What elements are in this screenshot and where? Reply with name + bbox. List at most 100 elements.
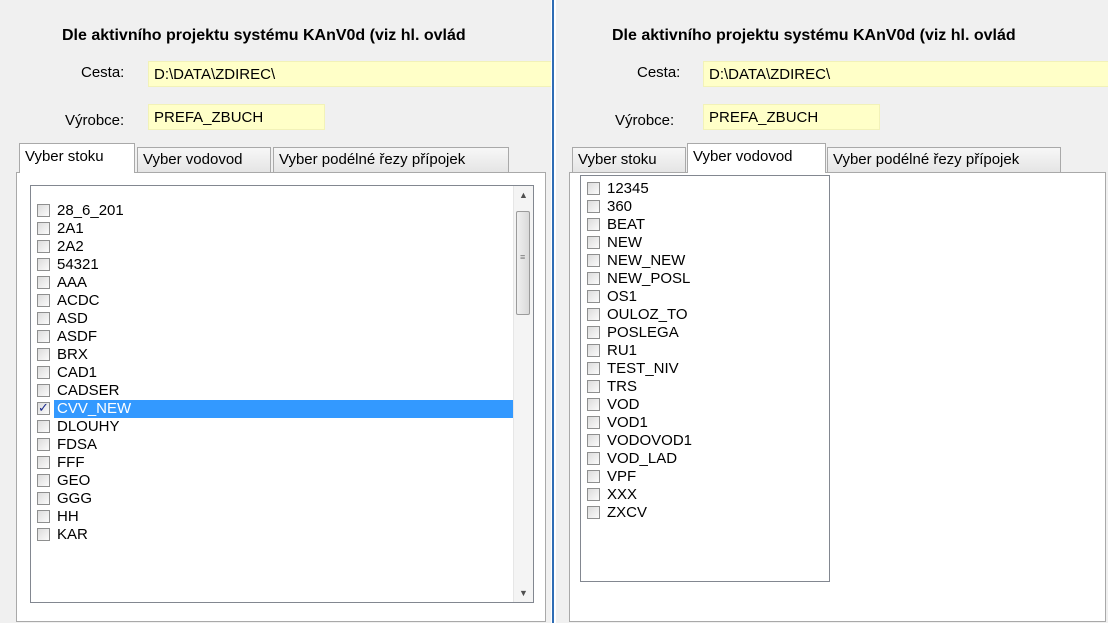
list-item[interactable]: OULOZ_TO: [581, 306, 829, 324]
checkbox[interactable]: [587, 506, 600, 519]
list-item-label: GEO: [57, 472, 91, 489]
scrollbar-thumb[interactable]: ≡: [516, 211, 530, 315]
checkbox[interactable]: [587, 308, 600, 321]
tab-vyber-stoku[interactable]: Vyber stoku: [19, 143, 135, 173]
list-item-label: AAA: [57, 274, 88, 291]
list-item[interactable]: 2A1: [31, 220, 533, 238]
water-listbox[interactable]: 12345 360 BEAT NEW NEW_NEW NEW_POSL OS1 OULOZ_T…: [580, 175, 830, 582]
list-item[interactable]: ZXCV: [581, 504, 829, 522]
list-item-label: FFF: [57, 454, 85, 471]
sewer-listbox[interactable]: 28_6_201 2A1 2A2 54321 AAA ACDC ASD ASDF BRX CAD1…: [30, 185, 534, 603]
list-item[interactable]: VOD_LAD: [581, 450, 829, 468]
list-item[interactable]: KAR: [31, 526, 533, 544]
checkbox[interactable]: [587, 416, 600, 429]
tab-vyber-podelne-rezy[interactable]: Vyber podélné řezy přípojek: [273, 147, 509, 173]
vertical-scrollbar[interactable]: ▲ ≡ ▼: [513, 186, 533, 602]
list-item[interactable]: RU1: [581, 342, 829, 360]
arrow-up-icon[interactable]: ▲: [514, 186, 533, 204]
list-item[interactable]: ASDF: [31, 328, 533, 346]
list-item[interactable]: CADSER: [31, 382, 533, 400]
list-item[interactable]: 360: [581, 198, 829, 216]
list-item[interactable]: 12345: [581, 180, 829, 198]
checkbox[interactable]: [587, 254, 600, 267]
checkbox[interactable]: [587, 398, 600, 411]
checkbox[interactable]: [37, 348, 50, 361]
list-item[interactable]: 54321: [31, 256, 533, 274]
path-field[interactable]: D:\DATA\ZDIREC\: [148, 61, 551, 87]
checkbox[interactable]: [587, 236, 600, 249]
checkbox[interactable]: [37, 330, 50, 343]
list-item[interactable]: NEW: [581, 234, 829, 252]
checkbox[interactable]: [37, 312, 50, 325]
tab-vyber-vodovod[interactable]: Vyber vodovod: [687, 143, 826, 173]
list-item-label: NEW: [607, 234, 642, 251]
checkbox[interactable]: [37, 438, 50, 451]
checkbox[interactable]: [37, 384, 50, 397]
checkbox[interactable]: [37, 222, 50, 235]
list-item[interactable]: BEAT: [581, 216, 829, 234]
list-item[interactable]: VPF: [581, 468, 829, 486]
checkbox[interactable]: [37, 258, 50, 271]
tab-page-vodovod: 12345 360 BEAT NEW NEW_NEW NEW_POSL OS1 OULOZ_T…: [569, 172, 1106, 622]
checkbox[interactable]: [587, 452, 600, 465]
list-item[interactable]: GGG: [31, 490, 533, 508]
checkbox[interactable]: [587, 488, 600, 501]
list-item[interactable]: AAA: [31, 274, 533, 292]
list-item[interactable]: ACDC: [31, 292, 533, 310]
list-item[interactable]: DLOUHY: [31, 418, 533, 436]
checkbox[interactable]: [587, 218, 600, 231]
checkbox[interactable]: [587, 182, 600, 195]
checkbox[interactable]: [587, 362, 600, 375]
checkbox[interactable]: [37, 474, 50, 487]
list-item[interactable]: 2A2: [31, 238, 533, 256]
checkbox[interactable]: [587, 326, 600, 339]
checkbox[interactable]: [37, 276, 50, 289]
checkbox[interactable]: [37, 366, 50, 379]
grip-icon: ≡: [520, 252, 526, 262]
checkbox[interactable]: [37, 492, 50, 505]
manufacturer-field[interactable]: PREFA_ZBUCH: [703, 104, 880, 130]
list-item-label: 28_6_201: [57, 202, 124, 219]
checkbox[interactable]: [37, 510, 50, 523]
checkbox[interactable]: [37, 420, 50, 433]
checkbox[interactable]: [37, 204, 50, 217]
list-item[interactable]: OS1: [581, 288, 829, 306]
checkbox[interactable]: [587, 434, 600, 447]
checkbox[interactable]: [587, 380, 600, 393]
list-item[interactable]: TRS: [581, 378, 829, 396]
list-item[interactable]: 28_6_201: [31, 202, 533, 220]
list-item[interactable]: CVV_NEW: [31, 399, 533, 418]
tab-vyber-vodovod[interactable]: Vyber vodovod: [137, 147, 271, 173]
checkbox[interactable]: [37, 528, 50, 541]
list-item[interactable]: GEO: [31, 472, 533, 490]
list-item[interactable]: POSLEGA: [581, 324, 829, 342]
list-item[interactable]: CAD1: [31, 364, 533, 382]
list-item[interactable]: ASD: [31, 310, 533, 328]
tab-vyber-podelne-rezy[interactable]: Vyber podélné řezy přípojek: [827, 147, 1061, 173]
checkbox[interactable]: [37, 294, 50, 307]
checkbox[interactable]: [587, 344, 600, 357]
tab-vyber-stoku[interactable]: Vyber stoku: [572, 147, 686, 173]
list-item[interactable]: XXX: [581, 486, 829, 504]
list-item-label: CAD1: [57, 364, 98, 381]
list-item[interactable]: TEST_NIV: [581, 360, 829, 378]
checkbox[interactable]: [37, 456, 50, 469]
checkbox[interactable]: [587, 290, 600, 303]
checkbox[interactable]: [587, 200, 600, 213]
checkbox-checked[interactable]: [37, 399, 50, 417]
path-field[interactable]: D:\DATA\ZDIREC\: [703, 61, 1108, 87]
list-item[interactable]: HH: [31, 508, 533, 526]
list-item[interactable]: NEW_NEW: [581, 252, 829, 270]
list-item[interactable]: FFF: [31, 454, 533, 472]
list-item[interactable]: FDSA: [31, 436, 533, 454]
list-item[interactable]: BRX: [31, 346, 533, 364]
arrow-down-icon[interactable]: ▼: [514, 584, 533, 602]
list-item[interactable]: NEW_POSL: [581, 270, 829, 288]
list-item[interactable]: VOD: [581, 396, 829, 414]
manufacturer-field[interactable]: PREFA_ZBUCH: [148, 104, 325, 130]
checkbox[interactable]: [587, 470, 600, 483]
list-item[interactable]: VOD1: [581, 414, 829, 432]
checkbox[interactable]: [37, 240, 50, 253]
list-item[interactable]: VODOVOD1: [581, 432, 829, 450]
checkbox[interactable]: [587, 272, 600, 285]
